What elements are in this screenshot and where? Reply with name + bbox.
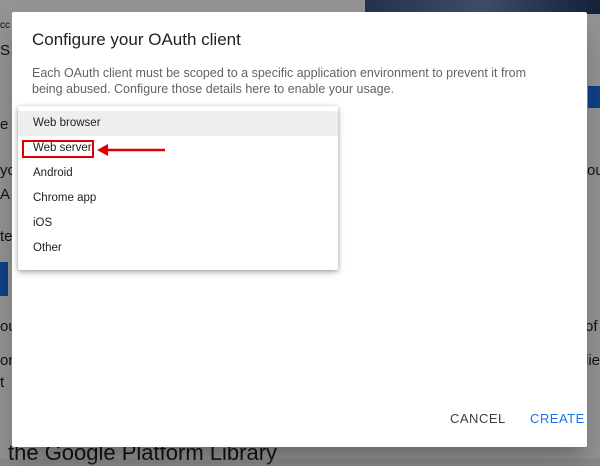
menu-item-ios[interactable]: iOS	[18, 211, 338, 236]
annotation-highlight-box	[22, 140, 94, 158]
menu-item-web-browser[interactable]: Web browser	[18, 111, 338, 136]
menu-item-other[interactable]: Other	[18, 236, 338, 261]
create-button[interactable]: CREATE	[524, 407, 591, 430]
dialog-description: Each OAuth client must be scoped to a sp…	[32, 66, 527, 96]
menu-item-android[interactable]: Android	[18, 161, 338, 186]
cancel-button[interactable]: CANCEL	[444, 407, 512, 430]
menu-item-chrome-app[interactable]: Chrome app	[18, 186, 338, 211]
annotation-arrow-icon	[97, 144, 165, 156]
dialog-title: Configure your OAuth client	[32, 30, 241, 49]
application-type-menu: Web browser Web server Android Chrome ap…	[18, 106, 338, 270]
